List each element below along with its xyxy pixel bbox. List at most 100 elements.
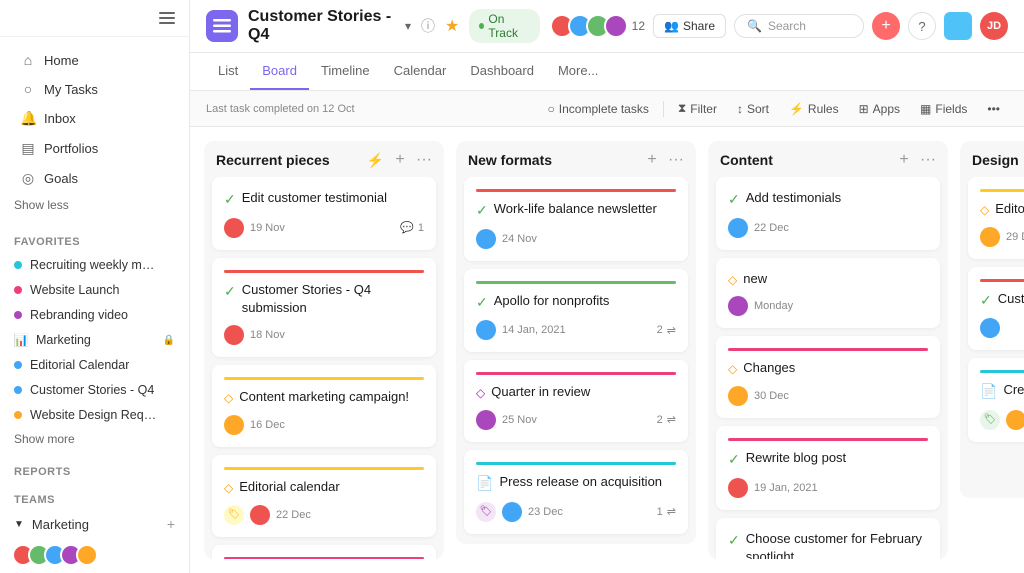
fav-item-customer-stories[interactable]: Customer Stories - Q4 bbox=[0, 378, 189, 402]
tab-dashboard[interactable]: Dashboard bbox=[458, 53, 546, 90]
board: Recurrent pieces ⚡ + ··· ✓ Edit customer… bbox=[190, 127, 1024, 573]
card[interactable]: ◇ new Monday bbox=[716, 258, 940, 329]
search-box[interactable]: 🔍 Search bbox=[734, 14, 864, 38]
column-header: Design + ··· bbox=[960, 141, 1024, 177]
card[interactable]: 📄 Create campaign bbox=[212, 545, 436, 559]
user-avatar[interactable]: JD bbox=[980, 12, 1008, 40]
column-more-icon[interactable]: ··· bbox=[920, 151, 936, 169]
fav-item-website-design[interactable]: Website Design Reque... bbox=[0, 403, 189, 427]
card-bar bbox=[980, 370, 1024, 373]
tab-calendar[interactable]: Calendar bbox=[382, 53, 459, 90]
more-options-button[interactable]: ••• bbox=[979, 98, 1008, 120]
add-card-icon[interactable]: + bbox=[894, 151, 914, 169]
card[interactable]: ✓ Apollo for nonprofits 14 Jan, 2021 2 ⇌ bbox=[464, 269, 688, 353]
search-placeholder: Search bbox=[768, 19, 806, 33]
card-bar bbox=[980, 279, 1024, 282]
add-button[interactable]: + bbox=[872, 12, 900, 40]
card-title-text: new bbox=[743, 270, 767, 288]
accent-color-box bbox=[944, 12, 972, 40]
card[interactable]: ✓ Rewrite blog post 19 Jan, 2021 bbox=[716, 426, 940, 510]
fields-label: Fields bbox=[935, 102, 967, 116]
tab-board[interactable]: Board bbox=[250, 53, 309, 90]
column-cards: ✓ Work-life balance newsletter 24 Nov ✓ … bbox=[456, 177, 696, 544]
rules-button[interactable]: ⚡ Rules bbox=[781, 98, 847, 120]
card[interactable]: ✓ Edit customer testimonial 19 Nov 💬 1 bbox=[212, 177, 436, 250]
divider bbox=[663, 101, 664, 117]
card-title-text: Edit customer testimonial bbox=[242, 189, 387, 207]
fav-label: Rebranding video bbox=[30, 308, 128, 322]
incomplete-tasks-button[interactable]: ○ Incomplete tasks bbox=[540, 98, 657, 120]
card[interactable]: 📄 Create new in... 🏷 17 Dec bbox=[968, 358, 1024, 442]
column-more-icon[interactable]: ··· bbox=[668, 151, 684, 169]
share-button[interactable]: 👥 Share bbox=[653, 14, 726, 38]
help-button[interactable]: ? bbox=[908, 12, 936, 40]
status-badge[interactable]: On Track bbox=[469, 9, 539, 43]
card[interactable]: ◇ Editorial calendar 🏷 22 Dec bbox=[212, 455, 436, 537]
sidebar-nav: ⌂ Home ○ My Tasks 🔔 Inbox ▤ Portfolios ◎… bbox=[0, 37, 189, 224]
card[interactable]: 📄 Press release on acquisition 🏷 23 Dec … bbox=[464, 450, 688, 534]
card-date: 14 Jan, 2021 bbox=[502, 324, 566, 336]
show-more-link[interactable]: Show more bbox=[0, 428, 189, 454]
add-team-icon[interactable]: + bbox=[167, 516, 175, 532]
card-date: 22 Dec bbox=[276, 509, 311, 521]
card-bar bbox=[476, 281, 676, 284]
fav-item-recruiting[interactable]: Recruiting weekly mee... bbox=[0, 253, 189, 277]
fav-color-dot bbox=[14, 361, 22, 369]
card[interactable]: ✓ Customer spo... bbox=[968, 267, 1024, 351]
filter-button[interactable]: ⧗ Filter bbox=[670, 97, 725, 120]
favorites-section-label: Favorites bbox=[0, 224, 189, 252]
info-icon[interactable]: ⓘ bbox=[421, 16, 435, 36]
fav-label: Website Launch bbox=[30, 283, 119, 297]
show-less-link[interactable]: Show less bbox=[0, 194, 189, 216]
card[interactable]: ◇ Content marketing campaign! 16 Dec bbox=[212, 365, 436, 447]
sort-button[interactable]: ↕ Sort bbox=[729, 98, 777, 120]
tab-more[interactable]: More... bbox=[546, 53, 610, 90]
fav-item-rebranding[interactable]: Rebranding video bbox=[0, 303, 189, 327]
card[interactable]: ✓ Customer Stories - Q4 submission 18 No… bbox=[212, 258, 436, 357]
fav-item-website-launch[interactable]: Website Launch bbox=[0, 278, 189, 302]
fav-label: Editorial Calendar bbox=[30, 358, 129, 372]
card[interactable]: ◇ Changes 30 Dec bbox=[716, 336, 940, 418]
rules-label: Rules bbox=[808, 102, 839, 116]
card-avatar bbox=[728, 386, 748, 406]
diamond-icon: ◇ bbox=[728, 272, 737, 289]
add-card-icon[interactable]: + bbox=[642, 151, 662, 169]
card-bar bbox=[728, 438, 928, 441]
avatar-count: 12 bbox=[632, 19, 645, 33]
card[interactable]: ✓ Work-life balance newsletter 24 Nov bbox=[464, 177, 688, 261]
fav-item-marketing[interactable]: 📊 Marketing 🔒 bbox=[0, 328, 189, 352]
subtask-icon: ⇌ bbox=[667, 324, 676, 337]
star-icon[interactable]: ★ bbox=[445, 16, 459, 36]
fav-item-editorial[interactable]: Editorial Calendar bbox=[0, 353, 189, 377]
card[interactable]: ✓ Choose customer for February spotlight… bbox=[716, 518, 940, 559]
circle-icon: ○ bbox=[20, 81, 36, 97]
home-icon: ⌂ bbox=[20, 52, 36, 68]
sidebar-item-label: Home bbox=[44, 53, 79, 68]
card-bar bbox=[980, 189, 1024, 192]
card[interactable]: ◇ Quarter in review 25 Nov 2 ⇌ bbox=[464, 360, 688, 442]
card-title-text: Choose customer for February spotlight bbox=[746, 530, 928, 559]
card[interactable]: ✓ Add testimonials 22 Dec bbox=[716, 177, 940, 250]
card-avatar bbox=[476, 410, 496, 430]
sidebar-item-portfolios[interactable]: ▤ Portfolios bbox=[6, 134, 183, 163]
card-tag: 🏷 bbox=[224, 505, 244, 525]
diamond-icon: ◇ bbox=[224, 390, 233, 407]
tab-list[interactable]: List bbox=[206, 53, 250, 90]
fields-button[interactable]: ▦ Fields bbox=[912, 98, 975, 120]
apps-button[interactable]: ⊞ Apps bbox=[851, 98, 908, 120]
sidebar-header bbox=[0, 0, 189, 37]
sidebar-item-home[interactable]: ⌂ Home bbox=[6, 46, 183, 74]
fav-color-dot bbox=[14, 311, 22, 319]
sidebar-item-inbox[interactable]: 🔔 Inbox bbox=[6, 104, 183, 133]
card[interactable]: ◇ Editorial cale... 29 Dec bbox=[968, 177, 1024, 259]
share-icon: 👥 bbox=[664, 19, 679, 33]
sidebar-item-mytasks[interactable]: ○ My Tasks bbox=[6, 75, 183, 103]
column-more-icon[interactable]: ··· bbox=[416, 151, 432, 169]
sidebar-item-goals[interactable]: ◎ Goals bbox=[6, 164, 183, 193]
card-date: Monday bbox=[754, 300, 793, 312]
add-card-icon[interactable]: + bbox=[390, 151, 410, 169]
menu-toggle[interactable] bbox=[159, 12, 175, 24]
dropdown-caret-icon[interactable]: ▾ bbox=[405, 19, 411, 33]
team-marketing[interactable]: ▼ Marketing + bbox=[0, 511, 189, 537]
tab-timeline[interactable]: Timeline bbox=[309, 53, 382, 90]
